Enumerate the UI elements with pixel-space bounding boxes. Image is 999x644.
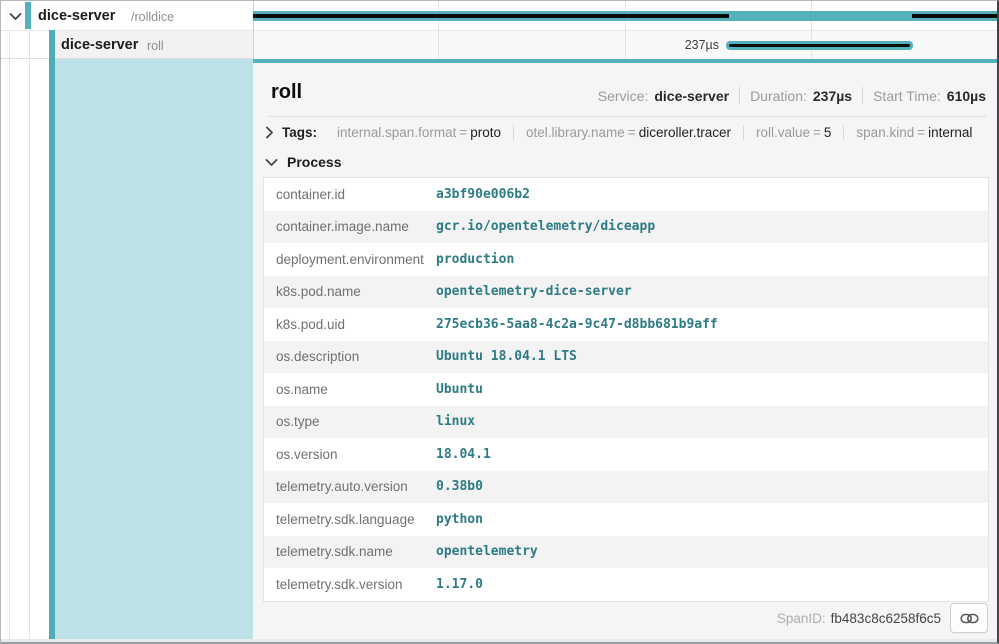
tag-equals: = xyxy=(625,125,639,140)
process-key: os.version xyxy=(264,447,436,462)
process-key: telemetry.sdk.name xyxy=(264,544,436,559)
link-icon xyxy=(960,612,979,625)
process-key: os.type xyxy=(264,414,436,429)
process-value: opentelemetry-dice-server xyxy=(436,284,632,299)
tags-label: Tags: xyxy=(282,125,317,140)
process-value: a3bf90e006b2 xyxy=(436,187,530,202)
table-row: k8s.pod.nameopentelemetry-dice-server xyxy=(264,276,988,309)
tag-value: internal xyxy=(928,125,972,140)
process-key: container.id xyxy=(264,187,436,202)
tag-key: internal.span.format xyxy=(337,125,456,140)
tag-value: diceroller.tracer xyxy=(639,125,731,140)
table-row: os.descriptionUbuntu 18.04.1 LTS xyxy=(264,341,988,374)
process-value: 1.17.0 xyxy=(436,577,483,592)
row-divider-line xyxy=(1,30,997,31)
process-key: k8s.pod.name xyxy=(264,284,436,299)
process-value: 275ecb36-5aa8-4c2a-9c47-d8bb681b9aff xyxy=(436,317,718,332)
tag-value: 5 xyxy=(824,125,832,140)
table-row: container.image.namegcr.io/opentelemetry… xyxy=(264,211,988,244)
service-color-bar xyxy=(25,2,31,29)
service-label: Service: xyxy=(598,88,649,104)
process-value: linux xyxy=(436,414,475,429)
span-bar-self-time-segment xyxy=(912,14,999,18)
header-divider-rule xyxy=(269,116,986,117)
tag-item: roll.value=5 xyxy=(743,125,843,140)
table-row: telemetry.sdk.version1.17.0 xyxy=(264,568,988,601)
tag-item: internal.span.format=proto xyxy=(325,125,513,140)
tag-item: otel.library.name=diceroller.tracer xyxy=(513,125,743,140)
service-value: dice-server xyxy=(654,88,729,104)
table-row: os.nameUbuntu xyxy=(264,373,988,406)
process-key: telemetry.sdk.language xyxy=(264,512,436,527)
process-label: Process xyxy=(287,154,341,170)
span-service-name[interactable]: dice-server xyxy=(61,37,138,53)
spanid-value: fb483c8c6258f6c5 xyxy=(831,611,941,626)
start-time-value: 610µs xyxy=(947,88,986,104)
tag-equals: = xyxy=(914,125,928,140)
timeline-gridline xyxy=(811,1,812,59)
process-value: production xyxy=(436,252,514,267)
span-duration-label: 237µs xyxy=(599,38,719,52)
table-row: telemetry.sdk.nameopentelemetry xyxy=(264,536,988,569)
table-row: k8s.pod.uid275ecb36-5aa8-4c2a-9c47-d8bb6… xyxy=(264,308,988,341)
selected-span-tint-block xyxy=(55,59,253,639)
bottom-strip xyxy=(1,639,997,642)
table-row: telemetry.auto.version0.38b0 xyxy=(264,471,988,504)
table-row: os.version18.04.1 xyxy=(264,438,988,471)
span-detail-panel: roll Service: dice-server Duration: 237µ… xyxy=(253,59,999,639)
span-bar-roll-inner-stripe xyxy=(729,44,910,47)
tag-key: otel.library.name xyxy=(526,125,625,140)
process-key: k8s.pod.uid xyxy=(264,317,436,332)
process-key: os.description xyxy=(264,349,436,364)
process-value: 0.38b0 xyxy=(436,479,483,494)
span-detail-meta: Service: dice-server Duration: 237µs Sta… xyxy=(598,87,986,104)
process-section-toggle[interactable]: Process xyxy=(265,151,341,173)
duration-value: 237µs xyxy=(813,88,852,104)
process-key: deployment.environment xyxy=(264,252,436,267)
table-row: deployment.environmentproduction xyxy=(264,243,988,276)
name-column-resize-divider[interactable] xyxy=(253,1,254,59)
tags-section-toggle[interactable]: Tags: internal.span.format=proto otel.li… xyxy=(265,119,984,145)
spanid-label: SpanID: xyxy=(777,611,826,626)
process-key: telemetry.auto.version xyxy=(264,479,436,494)
copy-span-link-button[interactable] xyxy=(950,603,988,633)
table-row: container.ida3bf90e006b2 xyxy=(264,178,988,211)
tag-summary-list: internal.span.format=proto otel.library.… xyxy=(325,125,984,140)
span-operation-name[interactable]: roll xyxy=(147,39,164,53)
process-key: container.image.name xyxy=(264,219,436,234)
duration-label: Duration: xyxy=(750,88,807,104)
process-key: os.name xyxy=(264,382,436,397)
jaeger-trace-span-detail-view: dice-server /rolldice dice-server roll 2… xyxy=(0,0,999,644)
process-value: Ubuntu xyxy=(436,382,483,397)
chevron-down-icon xyxy=(265,158,278,167)
process-key-value-table: container.ida3bf90e006b2 container.image… xyxy=(263,177,989,602)
process-value: opentelemetry xyxy=(436,544,538,559)
start-time-label: Start Time: xyxy=(873,88,941,104)
timeline-gridline xyxy=(438,1,439,59)
table-row: telemetry.sdk.languagepython xyxy=(264,503,988,536)
span-detail-title: roll xyxy=(271,81,302,104)
span-detail-footer: SpanID: fb483c8c6258f6c5 xyxy=(777,603,988,633)
span-service-name[interactable]: dice-server xyxy=(38,8,115,24)
process-value: python xyxy=(436,512,483,527)
span-bar-self-time-segment xyxy=(253,14,729,18)
process-value: gcr.io/opentelemetry/diceapp xyxy=(436,219,655,234)
tag-value: proto xyxy=(470,125,501,140)
chevron-right-icon xyxy=(265,126,274,139)
tree-indent-guide xyxy=(29,30,30,639)
tag-key: span.kind xyxy=(856,125,914,140)
process-value: Ubuntu 18.04.1 LTS xyxy=(436,349,577,364)
table-row: os.typelinux xyxy=(264,406,988,439)
tag-key: roll.value xyxy=(756,125,810,140)
tag-equals: = xyxy=(456,125,470,140)
span-operation-name[interactable]: /rolldice xyxy=(131,10,174,24)
process-key: telemetry.sdk.version xyxy=(264,577,436,592)
meta-separator xyxy=(862,87,863,104)
tag-item: span.kind=internal xyxy=(843,125,984,140)
tag-equals: = xyxy=(810,125,824,140)
meta-separator xyxy=(739,87,740,104)
collapse-chevron-down-icon[interactable] xyxy=(9,12,22,21)
tree-indent-guide xyxy=(9,30,10,639)
process-value: 18.04.1 xyxy=(436,447,491,462)
